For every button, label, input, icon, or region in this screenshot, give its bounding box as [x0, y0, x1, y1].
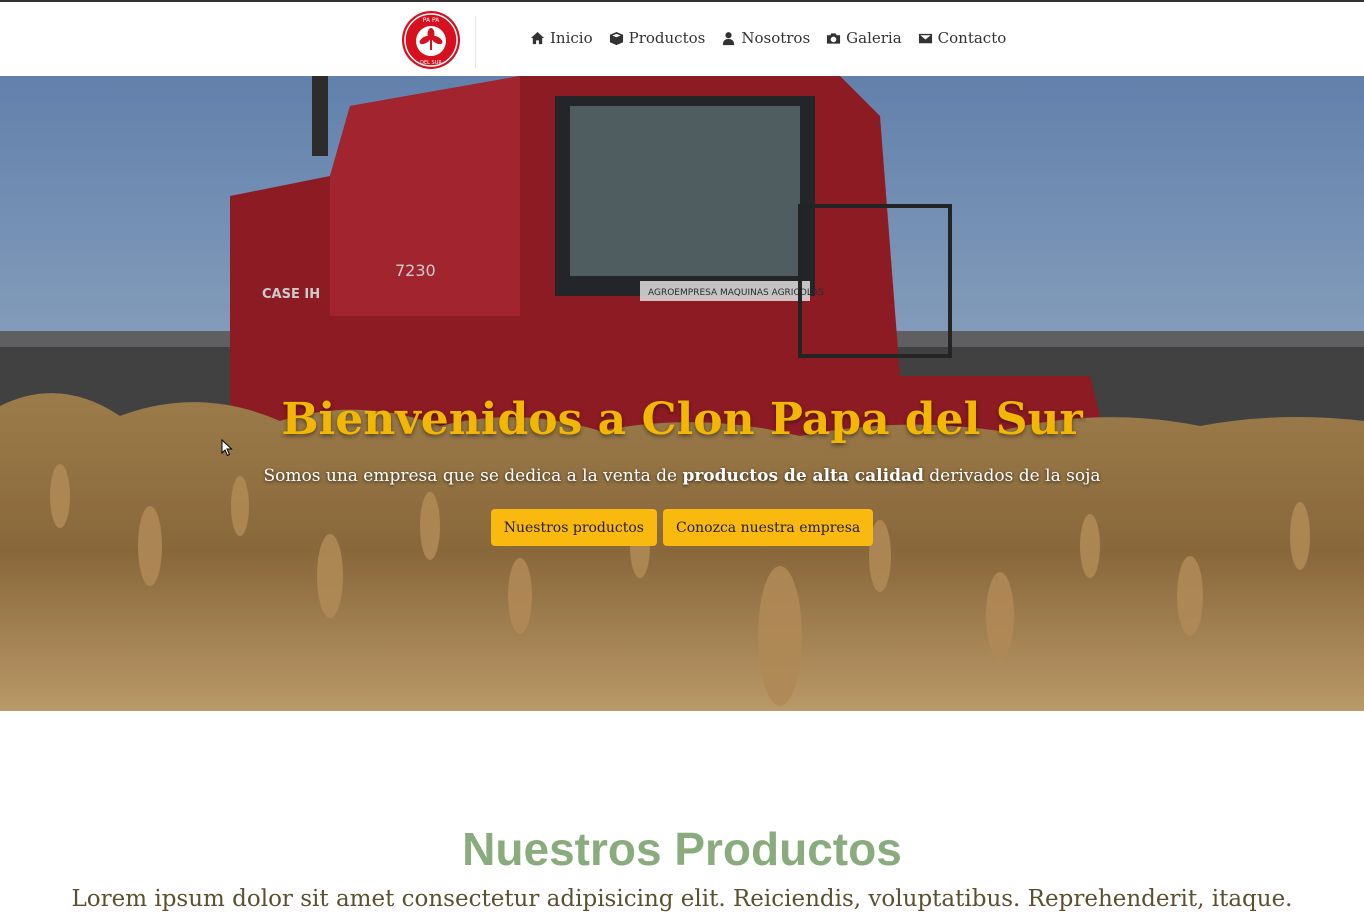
- mouse-cursor-icon: [221, 439, 233, 457]
- hero-banner: AGROEMPRESA MAQUINAS AGRICOLAS CASE IH 7…: [0, 76, 1364, 711]
- navbar: PA PA DEL SUR Inicio Productos Nosotros …: [0, 2, 1364, 76]
- hero-actions: Nuestros productos Conozca nuestra empre…: [0, 509, 1364, 546]
- logo-top-text: PA PA: [423, 17, 440, 24]
- envelope-icon: [918, 33, 932, 43]
- nav-item-label: Productos: [628, 29, 706, 47]
- nav-item-galeria[interactable]: Galeria: [826, 29, 902, 47]
- nav-item-label: Nosotros: [741, 29, 811, 47]
- products-section-title: Nuestros Productos: [462, 823, 902, 875]
- box-icon: [609, 31, 623, 45]
- nav-item-label: Inicio: [550, 29, 593, 47]
- our-products-button[interactable]: Nuestros productos: [490, 509, 657, 546]
- nav-item-contacto[interactable]: Contacto: [918, 29, 1007, 47]
- main-nav: Inicio Productos Nosotros Galeria Contac…: [530, 29, 1022, 47]
- hero-subtitle-highlight: productos de alta calidad: [682, 466, 924, 486]
- home-icon: [530, 31, 545, 44]
- camera-icon: [827, 32, 841, 44]
- hero-subtitle-text: Somos una empresa que se dedica a la ven…: [263, 466, 683, 486]
- brand-logo[interactable]: PA PA DEL SUR: [401, 10, 461, 70]
- know-company-button[interactable]: Conozca nuestra empresa: [663, 509, 874, 546]
- logo-bottom-text: DEL SUR: [420, 60, 442, 66]
- nav-item-nosotros[interactable]: Nosotros: [721, 29, 810, 47]
- hero-title: Bienvenidos a Clon Papa del Sur: [281, 394, 1083, 445]
- nav-item-inicio[interactable]: Inicio: [530, 29, 593, 47]
- nav-item-label: Galeria: [846, 29, 902, 47]
- hero-subtitle: Somos una empresa que se dedica a la ven…: [0, 466, 1364, 486]
- nav-item-productos[interactable]: Productos: [609, 29, 706, 47]
- nav-item-label: Contacto: [937, 29, 1007, 47]
- hero-subtitle-text-end: derivados de la soja: [923, 466, 1101, 486]
- logo-divider: [475, 16, 476, 68]
- products-section-text: Lorem ipsum dolor sit amet consectetur a…: [71, 886, 1293, 912]
- user-icon: [723, 31, 735, 45]
